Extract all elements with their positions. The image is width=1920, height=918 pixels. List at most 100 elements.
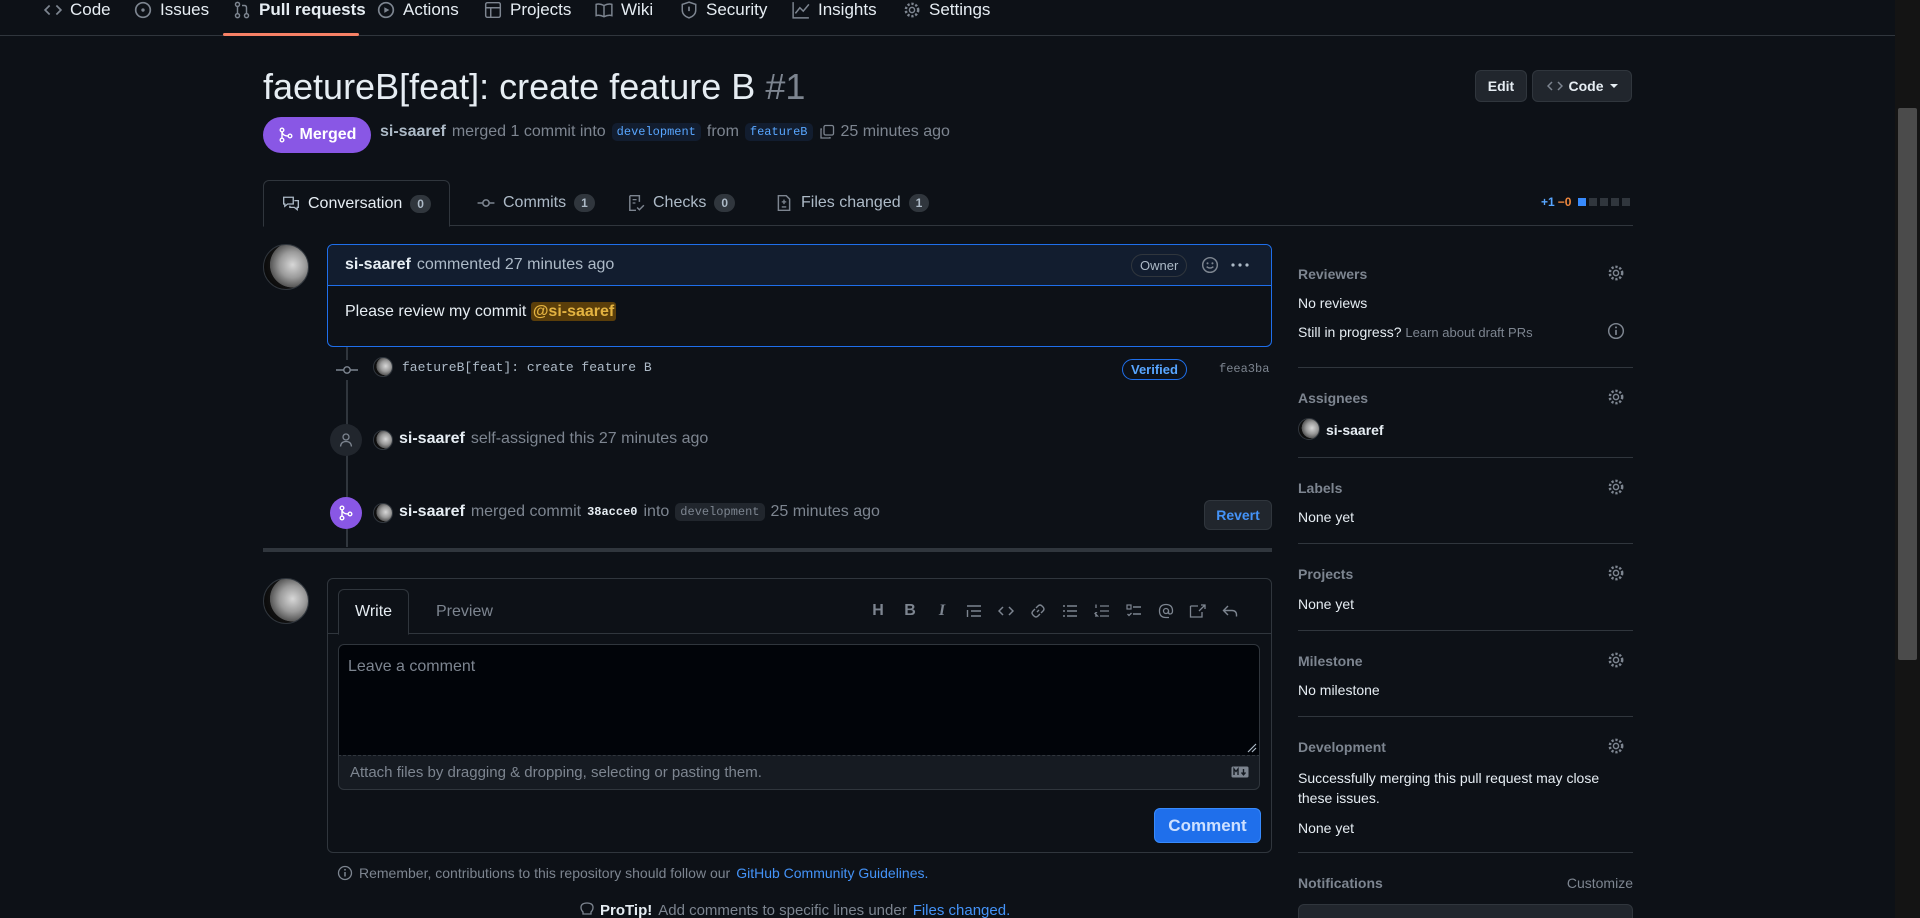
diffstat-block <box>1600 198 1609 206</box>
cross-reference-icon[interactable] <box>1188 601 1208 621</box>
task-list-icon[interactable] <box>1124 601 1144 621</box>
issue-icon <box>134 0 152 19</box>
revert-button[interactable]: Revert <box>1204 500 1272 530</box>
kebab-horizontal-icon[interactable] <box>1230 257 1250 273</box>
nav-tab-insights[interactable]: Insights <box>792 0 877 36</box>
owner-badge: Owner <box>1131 254 1188 277</box>
assignees-title[interactable]: Assignees <box>1298 390 1368 406</box>
code-dropdown-button[interactable]: Code <box>1532 70 1632 102</box>
tab-count: 0 <box>714 194 736 212</box>
gear-icon[interactable] <box>1607 478 1625 496</box>
smiley-icon[interactable] <box>1201 256 1219 274</box>
nav-tab-projects[interactable]: Projects <box>484 0 571 36</box>
code-icon[interactable] <box>996 601 1016 621</box>
guidelines-link[interactable]: GitHub Community Guidelines. <box>736 865 928 881</box>
avatar[interactable] <box>373 430 393 450</box>
assign-event: si-saaref self-assigned this 27 minutes … <box>399 430 708 448</box>
tab-commits[interactable]: Commits 1 <box>459 180 613 226</box>
merge-commit-sha[interactable]: 38acce0 <box>587 505 637 519</box>
merge-user[interactable]: si-saaref <box>399 503 465 521</box>
milestone-title[interactable]: Milestone <box>1298 653 1363 669</box>
nav-tab-wiki[interactable]: Wiki <box>595 0 653 36</box>
nav-tab-actions[interactable]: Actions <box>377 0 459 36</box>
book-icon <box>595 0 613 19</box>
tab-files-changed[interactable]: Files changed 1 <box>757 180 947 226</box>
edit-button[interactable]: Edit <box>1475 70 1527 102</box>
nav-tab-pull-requests[interactable]: Pull requests <box>233 0 366 36</box>
copy-icon[interactable] <box>819 124 835 140</box>
comment-textarea[interactable]: Leave a comment <box>338 644 1260 756</box>
gear-icon <box>903 0 921 19</box>
labels-title[interactable]: Labels <box>1298 480 1342 496</box>
gear-icon[interactable] <box>1607 388 1625 406</box>
commit-sha[interactable]: feea3ba <box>1219 362 1269 376</box>
link-icon[interactable] <box>1028 601 1048 621</box>
gear-icon[interactable] <box>1607 651 1625 669</box>
quote-icon[interactable] <box>964 601 984 621</box>
heading-icon[interactable]: H <box>868 601 888 621</box>
tab-label: Files changed <box>801 194 901 211</box>
avatar[interactable] <box>1298 418 1320 440</box>
resize-handle-icon[interactable] <box>1247 743 1257 753</box>
tab-checks[interactable]: Checks 0 <box>609 180 753 226</box>
tab-preview[interactable]: Preview <box>420 589 509 634</box>
commit-message[interactable]: faetureB[feat]: create feature B <box>402 360 652 375</box>
reviewers-value: No reviews <box>1298 295 1368 311</box>
nav-tab-issues[interactable]: Issues <box>134 0 209 36</box>
gear-icon[interactable] <box>1607 564 1625 582</box>
assignee-name[interactable]: si-saaref <box>1326 422 1384 438</box>
attach-files-area[interactable]: Attach files by dragging & dropping, sel… <box>338 755 1260 790</box>
unsubscribe-button[interactable] <box>1298 904 1633 918</box>
nav-tab-code[interactable]: Code <box>44 0 111 36</box>
development-title[interactable]: Development <box>1298 739 1386 755</box>
gear-icon[interactable] <box>1607 737 1625 755</box>
draft-prs-link[interactable]: Learn about draft PRs <box>1405 325 1532 340</box>
files-changed-link[interactable]: Files changed. <box>913 902 1011 918</box>
gear-icon[interactable] <box>1607 264 1625 282</box>
bold-icon[interactable]: B <box>900 601 920 621</box>
assign-text: self-assigned this 27 minutes ago <box>470 430 709 447</box>
author-link[interactable]: si-saaref <box>380 123 446 141</box>
assignees-section: Assignees si-saaref <box>1298 368 1633 458</box>
page-title: faetureB[feat]: create feature B #1 <box>263 66 805 108</box>
pull-request-icon <box>233 0 251 19</box>
reviewers-title[interactable]: Reviewers <box>1298 266 1367 282</box>
nav-label: Settings <box>929 0 991 19</box>
projects-title[interactable]: Projects <box>1298 566 1353 582</box>
comment-header: si-saaref commented 27 minutes ago Owner <box>328 245 1271 286</box>
info-icon[interactable] <box>1607 322 1625 340</box>
scrollbar-thumb[interactable] <box>1898 108 1917 660</box>
comment-author[interactable]: si-saaref <box>345 256 411 274</box>
head-branch[interactable]: featureB <box>744 123 813 141</box>
verified-badge[interactable]: Verified <box>1122 359 1187 380</box>
user-mention[interactable]: @si-saaref <box>530 302 617 321</box>
avatar[interactable] <box>373 357 393 377</box>
checklist-icon <box>627 194 645 212</box>
nav-tab-security[interactable]: Security <box>680 0 767 36</box>
merge-branch[interactable]: development <box>675 503 765 521</box>
unordered-list-icon[interactable] <box>1060 601 1080 621</box>
merge-event: si-saaref merged commit 38acce0 into dev… <box>399 503 880 521</box>
mention-icon[interactable] <box>1156 601 1176 621</box>
markdown-icon[interactable] <box>1231 766 1249 778</box>
italic-icon[interactable]: I <box>932 601 952 621</box>
assign-user[interactable]: si-saaref <box>399 430 465 448</box>
composer-tabs: Write Preview H B I <box>328 579 1271 635</box>
avatar[interactable] <box>263 244 309 290</box>
reviewers-section: Reviewers No reviews Still in progress? … <box>1298 250 1633 368</box>
base-branch[interactable]: development <box>611 123 701 141</box>
merged-state-badge: Merged <box>263 117 371 153</box>
reply-icon[interactable] <box>1220 601 1240 621</box>
nav-tab-settings[interactable]: Settings <box>903 0 990 36</box>
nav-label: Actions <box>403 0 459 19</box>
pr-title-text: faetureB[feat]: create feature B <box>263 66 756 107</box>
pr-tabs: Conversation 0 Commits 1 Checks 0 Files … <box>263 180 1633 227</box>
ordered-list-icon[interactable] <box>1092 601 1112 621</box>
from-text: from <box>706 123 739 140</box>
avatar[interactable] <box>373 503 393 523</box>
submit-comment-button[interactable]: Comment <box>1154 808 1261 843</box>
page-scrollbar[interactable] <box>1895 0 1920 918</box>
tab-write[interactable]: Write <box>338 589 410 635</box>
customize-link[interactable]: Customize <box>1567 875 1633 891</box>
tab-conversation[interactable]: Conversation 0 <box>263 180 450 227</box>
